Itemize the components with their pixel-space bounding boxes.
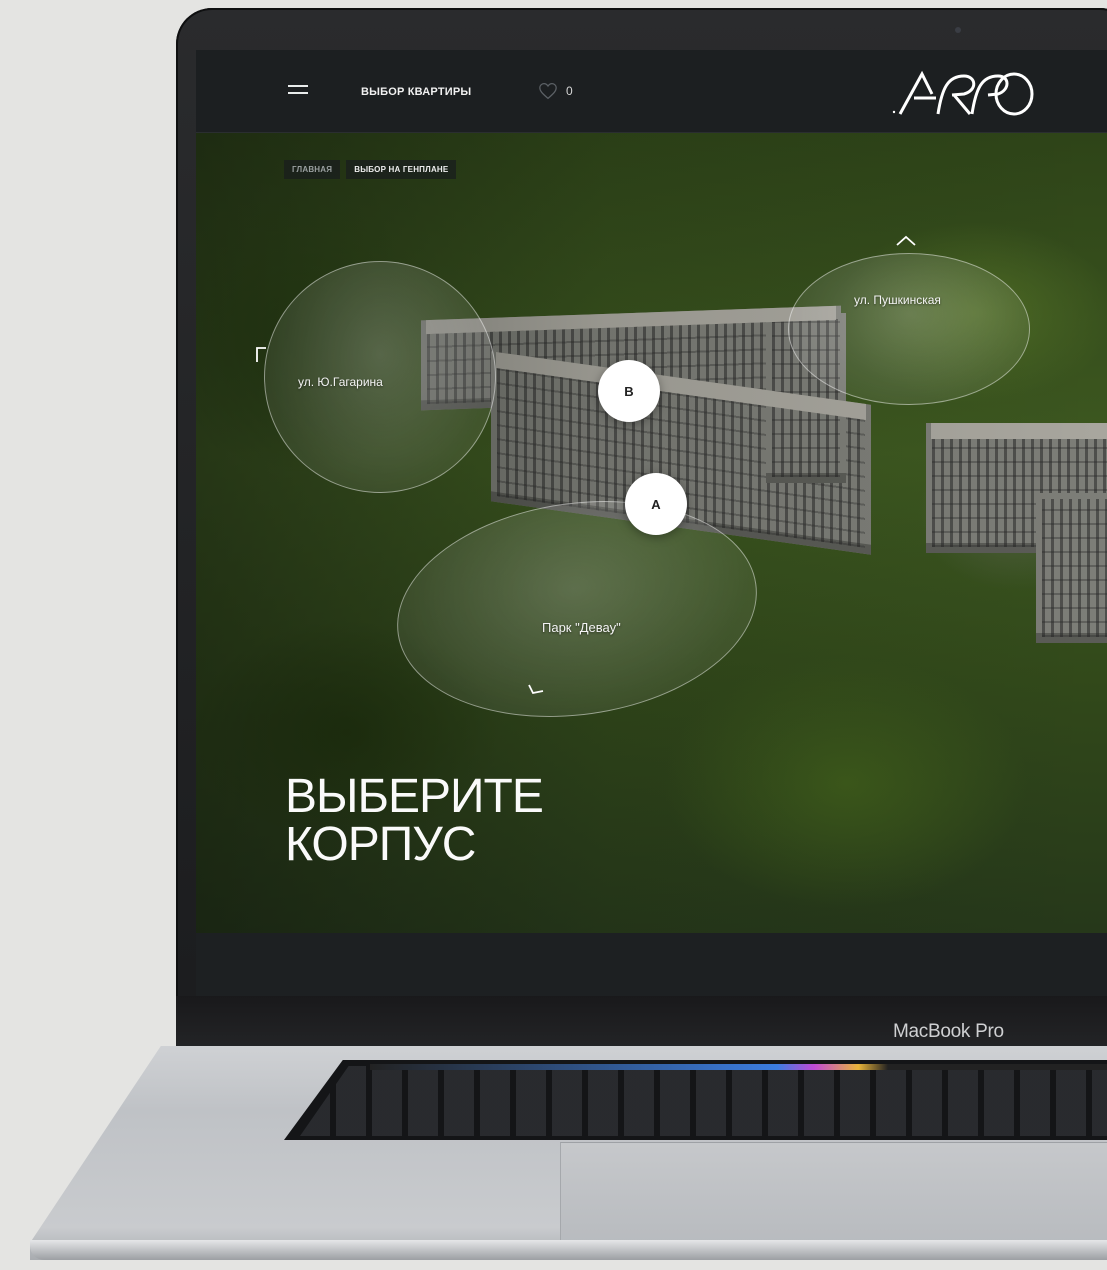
hero-title: ВЫБЕРИТЕ КОРПУС: [285, 770, 544, 871]
hero-title-line1: ВЫБЕРИТЕ: [285, 770, 544, 823]
street-label-pushkinskaya[interactable]: ул. Пушкинская: [854, 293, 941, 307]
breadcrumb: ГЛАВНАЯ ВЫБОР НА ГЕНПЛАНЕ: [284, 160, 457, 179]
arrow-up-icon[interactable]: [895, 235, 917, 247]
apartment-selection-link[interactable]: ВЫБОР КВАРТИРЫ: [361, 86, 471, 98]
hero-title-line2: КОРПУС: [285, 818, 476, 871]
laptop-screen: ВЫБОР КВАРТИРЫ 0 ГЛАВНАЯ ВЫБОР НА ГЕНПЛА…: [196, 50, 1107, 996]
breadcrumb-masterplan[interactable]: ВЫБОР НА ГЕНПЛАНЕ: [346, 160, 457, 179]
arrow-down-icon[interactable]: [527, 681, 545, 695]
street-bubble-pushkinskaya[interactable]: [788, 253, 1030, 405]
logo-icon: [892, 70, 1034, 116]
device-label: MacBook Pro: [893, 1021, 1004, 1042]
camera-icon: [955, 27, 961, 33]
trackpad: [560, 1142, 1107, 1243]
site-header: ВЫБОР КВАРТИРЫ 0: [196, 50, 1107, 133]
laptop-front-edge: [30, 1240, 1107, 1260]
building-pin-a[interactable]: А: [625, 473, 687, 535]
brand-logo[interactable]: [892, 68, 1038, 118]
masterplan-map: ГЛАВНАЯ ВЫБОР НА ГЕНПЛАНЕ ул. Ю.Гагарина…: [196, 133, 1107, 933]
breadcrumb-home[interactable]: ГЛАВНАЯ: [284, 160, 341, 179]
touch-bar: [370, 1064, 1107, 1070]
heart-icon: [539, 83, 557, 100]
keyboard-keys: [300, 1066, 1107, 1136]
favorites-button[interactable]: 0: [538, 82, 573, 100]
building-pin-b[interactable]: В: [598, 360, 660, 422]
park-label-devau[interactable]: Парк "Девау": [542, 620, 621, 635]
arrow-left-icon[interactable]: [254, 346, 268, 364]
favorites-count: 0: [566, 84, 573, 98]
hamburger-menu-icon[interactable]: [288, 84, 308, 96]
street-label-gagarina[interactable]: ул. Ю.Гагарина: [298, 375, 383, 389]
